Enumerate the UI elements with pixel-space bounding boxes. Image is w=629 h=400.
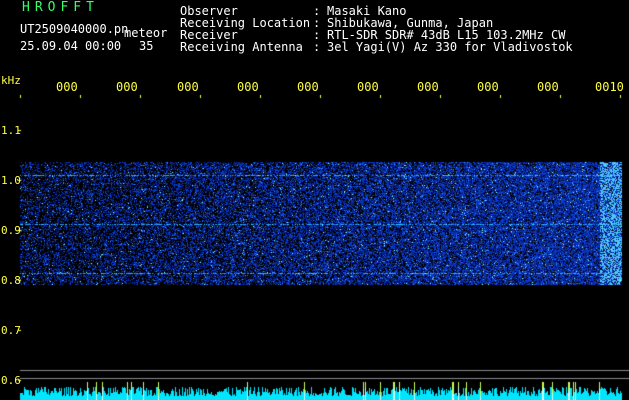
y-tick-0-6: 0.6: [1, 374, 21, 387]
y-tick-1-1: 1.1: [1, 124, 21, 137]
app-title: HROFFT: [22, 0, 99, 15]
x-tick-1: 000: [56, 80, 78, 94]
y-tick-0-7: 0.7: [1, 324, 21, 337]
x-tick-6: 000: [357, 80, 379, 94]
antenna-label: Receiving Antenna: [180, 40, 303, 54]
y-tick-0-9: 0.9: [1, 224, 21, 237]
y-axis-unit: kHz: [1, 74, 21, 87]
x-tick-4: 000: [237, 80, 259, 94]
y-tick-0-8: 0.8: [1, 274, 21, 287]
x-tick-3: 000: [177, 80, 199, 94]
sep-3: :: [313, 40, 321, 54]
count-label: 35: [139, 39, 154, 53]
x-tick-7: 000: [417, 80, 439, 94]
x-tick-5: 000: [297, 80, 319, 94]
mode-label: meteor: [124, 26, 168, 40]
timestamp-label: 25.09.04 00:00: [20, 39, 122, 53]
y-tick-1-0: 1.0: [1, 174, 21, 187]
x-tick-9: 000: [537, 80, 559, 94]
hrofft-window: HROFFT UT2509040000.pn meteor 25.09.04 0…: [0, 0, 629, 400]
x-tick-8: 000: [477, 80, 499, 94]
x-tick-10: 0010: [595, 80, 624, 94]
spectrogram-canvas: [0, 0, 629, 400]
x-tick-2: 000: [116, 80, 138, 94]
antenna-value: 3el Yagi(V) Az 330 for Vladivostok: [327, 40, 573, 54]
filename-label: UT2509040000.pn: [20, 22, 129, 36]
